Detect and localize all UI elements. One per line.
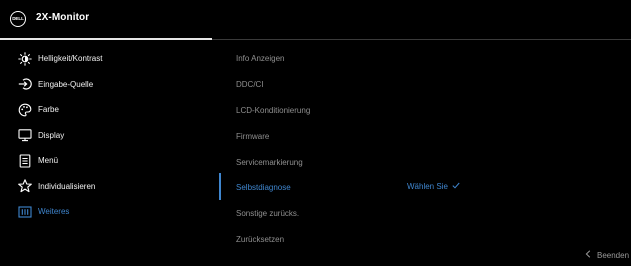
sidebar-item-brightness-contrast[interactable]: Helligkeit/Kontrast bbox=[0, 46, 212, 72]
sidebar-menu: Helligkeit/Kontrast Eingabe-Quelle Farbe bbox=[0, 46, 212, 225]
sidebar-item-input-source[interactable]: Eingabe-Quelle bbox=[0, 72, 212, 98]
dell-logo: DELL bbox=[10, 11, 26, 27]
monitor-title: 2X-Monitor bbox=[36, 12, 90, 23]
select-option-label: Wählen Sie bbox=[407, 182, 448, 191]
osd-header: DELL 2X-Monitor bbox=[0, 0, 631, 38]
sidebar-item-label: Display bbox=[38, 130, 65, 140]
header-divider bbox=[212, 38, 631, 40]
sidebar-item-personalize[interactable]: Individualisieren bbox=[0, 174, 212, 200]
submenu-item-info[interactable]: Info Anzeigen bbox=[236, 46, 426, 72]
sidebar-item-label: Farbe bbox=[38, 105, 59, 115]
submenu-list: Info Anzeigen DDC/CI LCD-Konditionierung… bbox=[236, 46, 426, 252]
sidebar-item-label: Individualisieren bbox=[38, 181, 96, 191]
submenu-item-firmware[interactable]: Firmware bbox=[236, 123, 426, 149]
others-icon bbox=[18, 205, 32, 219]
sidebar-item-menu[interactable]: Menü bbox=[0, 148, 212, 174]
sidebar-item-label: Helligkeit/Kontrast bbox=[38, 54, 103, 64]
chevron-left-icon bbox=[585, 250, 591, 260]
exit-label: Beenden bbox=[597, 250, 630, 260]
submenu-item-factory-reset[interactable]: Zurücksetzen bbox=[236, 227, 426, 253]
submenu-item-other-reset[interactable]: Sonstige zurücks. bbox=[236, 201, 426, 227]
display-icon bbox=[18, 128, 32, 142]
brightness-icon bbox=[18, 52, 32, 66]
header-divider-active bbox=[0, 38, 212, 40]
sidebar-item-display[interactable]: Display bbox=[0, 123, 212, 149]
sidebar-item-label: Menü bbox=[38, 156, 59, 166]
check-icon bbox=[452, 182, 460, 191]
sidebar-item-others[interactable]: Weiteres bbox=[0, 199, 212, 225]
exit-button[interactable]: Beenden bbox=[585, 250, 629, 260]
sidebar-item-label: Weiteres bbox=[38, 207, 70, 217]
submenu-item-lcd-conditioning[interactable]: LCD-Konditionierung bbox=[236, 98, 426, 124]
input-source-icon bbox=[18, 77, 32, 91]
submenu-item-service-tag[interactable]: Servicemarkierung bbox=[236, 149, 426, 175]
sidebar-item-label: Eingabe-Quelle bbox=[38, 79, 94, 89]
sidebar-item-color[interactable]: Farbe bbox=[0, 97, 212, 123]
menu-icon bbox=[18, 154, 32, 168]
select-option[interactable]: Wählen Sie bbox=[407, 182, 460, 191]
selection-indicator bbox=[219, 173, 221, 200]
submenu-item-ddc-ci[interactable]: DDC/CI bbox=[236, 72, 426, 98]
submenu-item-self-diagnostic[interactable]: Selbstdiagnose bbox=[236, 175, 426, 201]
color-palette-icon bbox=[18, 103, 32, 117]
star-icon bbox=[18, 179, 32, 193]
